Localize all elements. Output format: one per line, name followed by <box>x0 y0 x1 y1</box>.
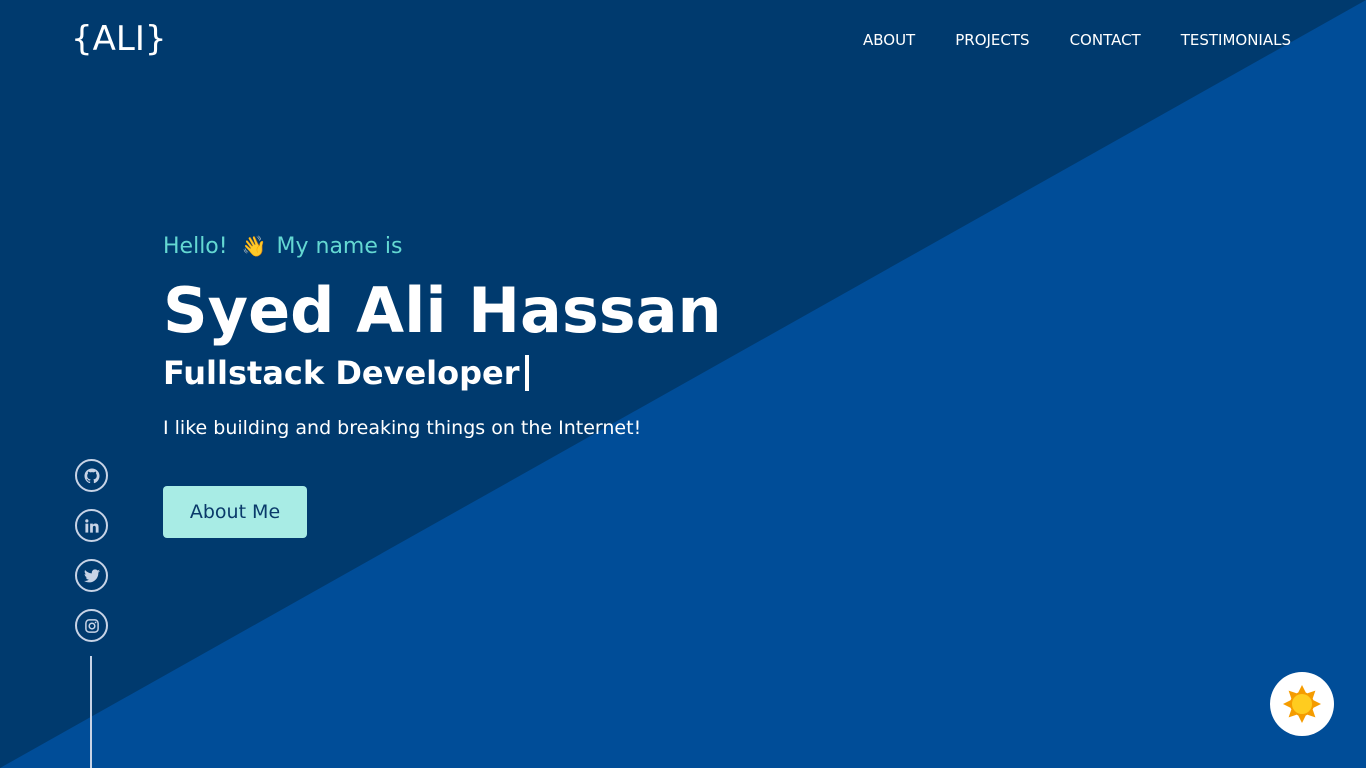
greeting-suffix: My name is <box>276 234 403 259</box>
hero-role: Fullstack Developer <box>163 351 963 395</box>
about-me-button[interactable]: About Me <box>163 486 307 538</box>
hero-section: Hello! 👋 My name is Syed Ali Hassan Full… <box>163 228 963 538</box>
linkedin-link[interactable] <box>75 509 108 542</box>
hero-tagline: I like building and breaking things on t… <box>163 417 642 439</box>
theme-toggle-button[interactable] <box>1270 672 1334 736</box>
greeting-prefix: Hello! <box>163 234 228 259</box>
page: {ALI} ABOUT PROJECTS CONTACT TESTIMONIAL… <box>0 0 1366 768</box>
github-icon <box>83 468 100 483</box>
role-text: Fullstack Developer <box>163 354 520 392</box>
nav-contact[interactable]: CONTACT <box>1070 26 1141 54</box>
hero-name: Syed Ali Hassan <box>163 274 722 347</box>
nav-about[interactable]: ABOUT <box>863 26 915 54</box>
twitter-link[interactable] <box>75 559 108 592</box>
greeting: Hello! 👋 My name is <box>163 228 963 265</box>
typing-cursor <box>525 355 530 391</box>
instagram-link[interactable] <box>75 609 108 642</box>
main-nav: ABOUT PROJECTS CONTACT TESTIMONIALS <box>863 26 1291 54</box>
instagram-icon <box>84 618 99 633</box>
sun-icon <box>1283 685 1321 723</box>
github-link[interactable] <box>75 459 108 492</box>
nav-projects[interactable]: PROJECTS <box>955 26 1029 54</box>
social-divider-line <box>90 656 92 768</box>
social-links <box>75 459 108 659</box>
twitter-icon <box>83 568 100 582</box>
linkedin-icon <box>84 518 99 533</box>
nav-testimonials[interactable]: TESTIMONIALS <box>1181 26 1291 54</box>
waving-hand-icon: 👋 <box>241 234 267 258</box>
logo[interactable]: {ALI} <box>71 14 167 64</box>
